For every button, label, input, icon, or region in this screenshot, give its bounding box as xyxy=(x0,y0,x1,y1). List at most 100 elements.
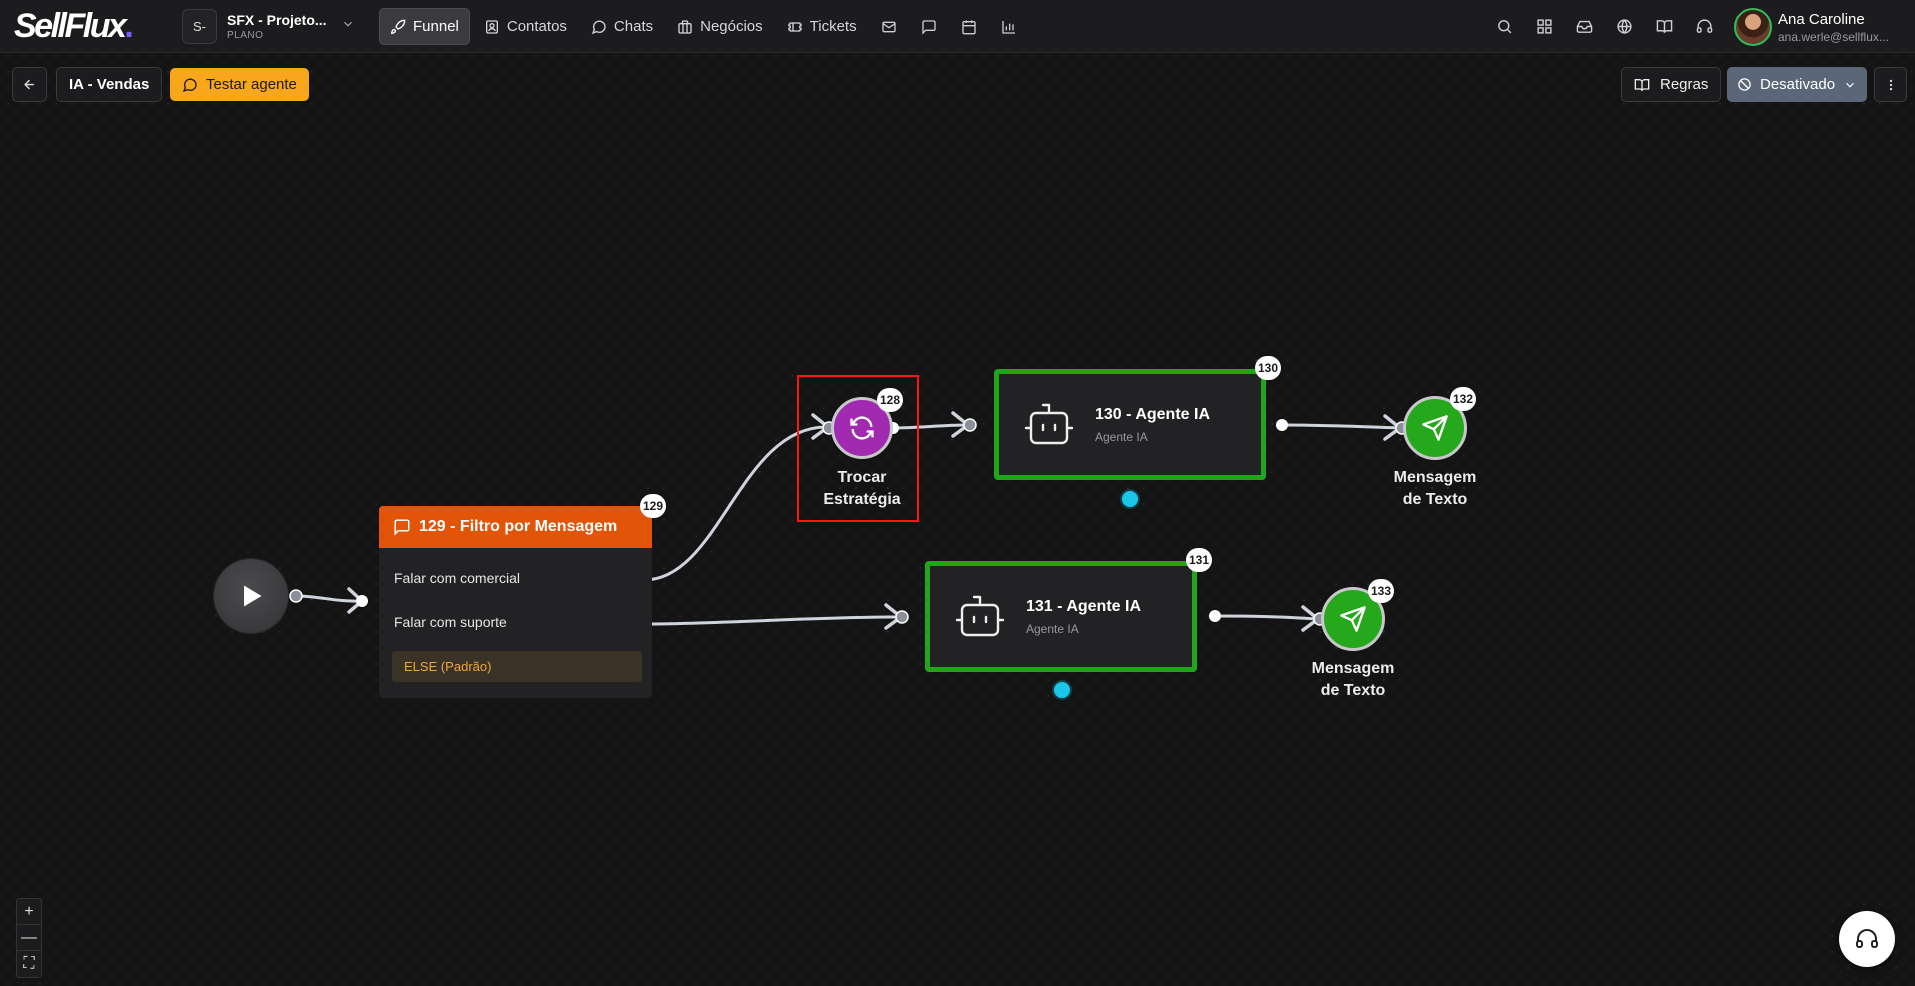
flow-connections xyxy=(289,411,1409,673)
start-node[interactable] xyxy=(214,559,288,633)
header-actions xyxy=(1484,8,1724,45)
bot-icon xyxy=(1024,403,1074,444)
nav-mail[interactable] xyxy=(871,8,907,45)
help-chat-button[interactable] xyxy=(1839,911,1895,967)
arrow-head xyxy=(884,603,903,630)
arrow-left-icon xyxy=(24,79,34,90)
top-navbar: SellFlux. S- SFX - Projeto... PLANO Funn… xyxy=(0,0,1915,53)
inbox-icon xyxy=(1576,20,1592,33)
nav-calendar[interactable] xyxy=(951,8,987,45)
agent-node-131[interactable]: 131 - Agente IA Agente IA xyxy=(925,561,1197,672)
node-id-badge: 132 xyxy=(1450,387,1477,411)
refresh-icon xyxy=(850,416,874,440)
node-id-badge: 129 xyxy=(640,494,667,518)
nav-reports[interactable] xyxy=(991,8,1027,45)
main-menu: Funnel Contatos Chats Negócios Tickets xyxy=(379,8,1027,45)
message-node-label: Mensagem de Texto xyxy=(1311,660,1395,699)
chevron-down-icon xyxy=(1846,82,1854,88)
search-icon xyxy=(1497,20,1511,34)
apps-button[interactable] xyxy=(1524,8,1564,45)
fit-view-button[interactable]: ⛶ xyxy=(17,951,41,977)
play-icon xyxy=(244,585,262,607)
arrow-head xyxy=(811,413,830,440)
nav-contatos[interactable]: Contatos xyxy=(474,8,577,45)
chat-icon xyxy=(591,20,606,34)
arrow-head xyxy=(951,411,970,438)
message-square-icon xyxy=(921,19,936,35)
handle xyxy=(963,418,977,432)
filter-node-129[interactable]: 129 - Filtro por Mensagem Falar com come… xyxy=(379,506,652,698)
node-id-badge: 133 xyxy=(1368,579,1395,603)
back-button[interactable] xyxy=(12,67,47,102)
docs-button[interactable] xyxy=(1644,8,1684,45)
edge-start-filter xyxy=(294,594,362,603)
chevron-down-icon xyxy=(341,17,355,36)
agent-tool-handle[interactable] xyxy=(1052,680,1072,700)
search-button[interactable] xyxy=(1484,8,1524,45)
mail-icon xyxy=(881,21,896,32)
bot-icon xyxy=(955,595,1005,636)
edge-strategy-agent130 xyxy=(891,423,970,430)
globe-icon xyxy=(1616,19,1632,34)
book-icon xyxy=(1656,20,1672,34)
node-id-badge: 131 xyxy=(1186,548,1213,572)
filter-option-comercial: Falar com comercial xyxy=(394,570,521,586)
status-dropdown[interactable]: Desativado xyxy=(1727,67,1868,102)
contacts-icon xyxy=(485,19,498,34)
nav-chats[interactable]: Chats xyxy=(581,8,663,45)
handle xyxy=(289,589,303,603)
handle xyxy=(895,610,909,624)
edge-filter-strategy xyxy=(642,425,830,582)
project-selector[interactable]: S- SFX - Projeto... PLANO xyxy=(182,9,355,44)
chat-bubble-icon xyxy=(182,78,197,92)
book-open-icon xyxy=(1634,78,1650,91)
edge-agent130-msg132 xyxy=(1280,423,1402,430)
calendar-icon xyxy=(961,19,976,34)
edge-agent131-msg133 xyxy=(1213,614,1320,621)
flow-name[interactable]: IA - Vendas xyxy=(56,67,163,102)
agent-node-130[interactable]: 130 - Agente IA Agente IA xyxy=(994,369,1266,480)
user-menu[interactable]: Ana Caroline ana.werle@sellflux... xyxy=(1734,7,1889,47)
ticket-icon xyxy=(787,21,802,32)
filter-node-header: 129 - Filtro por Mensagem xyxy=(379,506,652,548)
headset-icon xyxy=(1856,929,1878,948)
send-icon xyxy=(1340,606,1366,632)
test-agent-button[interactable]: Testar agente xyxy=(170,68,309,101)
arrow-head xyxy=(347,587,364,614)
user-name: Ana Caroline xyxy=(1778,10,1865,28)
nav-tickets[interactable]: Tickets xyxy=(777,8,867,45)
zoom-out-button[interactable]: — xyxy=(17,925,41,951)
zoom-controls: + — ⛶ xyxy=(16,898,42,978)
rules-button[interactable]: Regras xyxy=(1621,67,1722,102)
zoom-in-button[interactable]: + xyxy=(17,899,41,925)
grid-icon xyxy=(1536,19,1552,34)
language-button[interactable] xyxy=(1604,8,1644,45)
briefcase-icon xyxy=(678,19,692,34)
handle xyxy=(356,595,368,607)
headset-icon xyxy=(1696,19,1712,33)
handle xyxy=(1209,610,1221,622)
nav-messages[interactable] xyxy=(911,8,947,45)
agent-node-subtitle: Agente IA xyxy=(1095,429,1148,444)
user-email: ana.werle@sellflux... xyxy=(1778,29,1889,44)
more-options-button[interactable] xyxy=(1874,67,1907,102)
sellflux-logo[interactable]: SellFlux. xyxy=(14,7,134,46)
inbox-button[interactable] xyxy=(1564,8,1604,45)
support-button[interactable] xyxy=(1684,8,1724,45)
arrow-head xyxy=(1301,605,1320,632)
filter-option-suporte: Falar com suporte xyxy=(394,614,507,630)
rocket-icon xyxy=(390,19,406,34)
edge-filter-agent131 xyxy=(642,615,902,626)
bar-chart-icon xyxy=(1001,20,1015,34)
project-avatar: S- xyxy=(182,9,217,44)
nav-negocios[interactable]: Negócios xyxy=(667,8,773,45)
filter-option-else: ELSE (Padrão) xyxy=(392,651,642,682)
strategy-node-label: Trocar Estratégia xyxy=(823,469,901,508)
node-id-badge: 128 xyxy=(877,388,904,412)
nav-funnel[interactable]: Funnel xyxy=(379,8,470,45)
ban-icon xyxy=(1738,78,1751,91)
filter-node-title: 129 - Filtro por Mensagem xyxy=(419,518,618,535)
agent-node-title: 130 - Agente IA xyxy=(1095,405,1210,423)
project-plan: PLANO xyxy=(227,30,264,41)
agent-tool-handle[interactable] xyxy=(1120,489,1140,509)
